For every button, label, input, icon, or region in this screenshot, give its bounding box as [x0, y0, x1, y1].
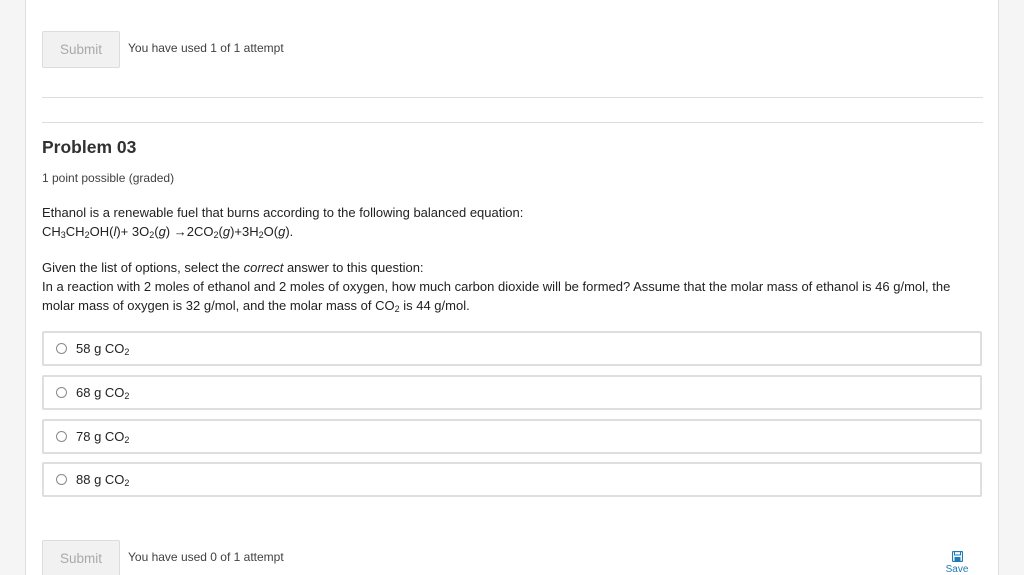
chemical-equation: CH3CH2OH(l)+ 3O2(g) →2CO2(g)+3H2O(g).	[42, 224, 294, 240]
attempt-counter: You have used 0 of 1 attempt	[128, 550, 284, 564]
radio-icon[interactable]	[56, 387, 67, 398]
save-icon	[942, 551, 972, 562]
radio-icon[interactable]	[56, 431, 67, 442]
problem-question: Given the list of options, select the co…	[42, 258, 982, 315]
answer-option[interactable]: 68 g CO2	[42, 375, 982, 410]
submit-button-top[interactable]: Submit	[42, 31, 120, 68]
option-label: 68 g CO2	[76, 385, 130, 401]
radio-icon[interactable]	[56, 474, 67, 485]
option-label: 58 g CO2	[76, 341, 130, 357]
option-label: 88 g CO2	[76, 472, 130, 488]
divider	[42, 122, 983, 123]
answer-option[interactable]: 58 g CO2	[42, 331, 982, 366]
radio-icon[interactable]	[56, 343, 67, 354]
save-button[interactable]: Save	[942, 551, 972, 575]
option-label: 78 g CO2	[76, 429, 130, 445]
intro-text: Ethanol is a renewable fuel that burns a…	[42, 205, 524, 220]
problem-title: Problem 03	[42, 137, 137, 157]
save-label: Save	[945, 564, 969, 575]
answer-option[interactable]: 78 g CO2	[42, 419, 982, 454]
points-info: 1 point possible (graded)	[42, 171, 175, 185]
answer-option[interactable]: 88 g CO2	[42, 462, 982, 497]
problem-panel: Submit You have used 1 of 1 attempt Prob…	[25, 0, 999, 575]
attempt-counter-top: You have used 1 of 1 attempt	[128, 41, 284, 55]
submit-button[interactable]: Submit	[42, 540, 120, 575]
problem-intro: Ethanol is a renewable fuel that burns a…	[42, 203, 523, 241]
prompt-line: Given the list of options, select the co…	[42, 260, 424, 275]
question-text: In a reaction with 2 moles of ethanol an…	[42, 279, 951, 314]
divider	[42, 97, 983, 98]
